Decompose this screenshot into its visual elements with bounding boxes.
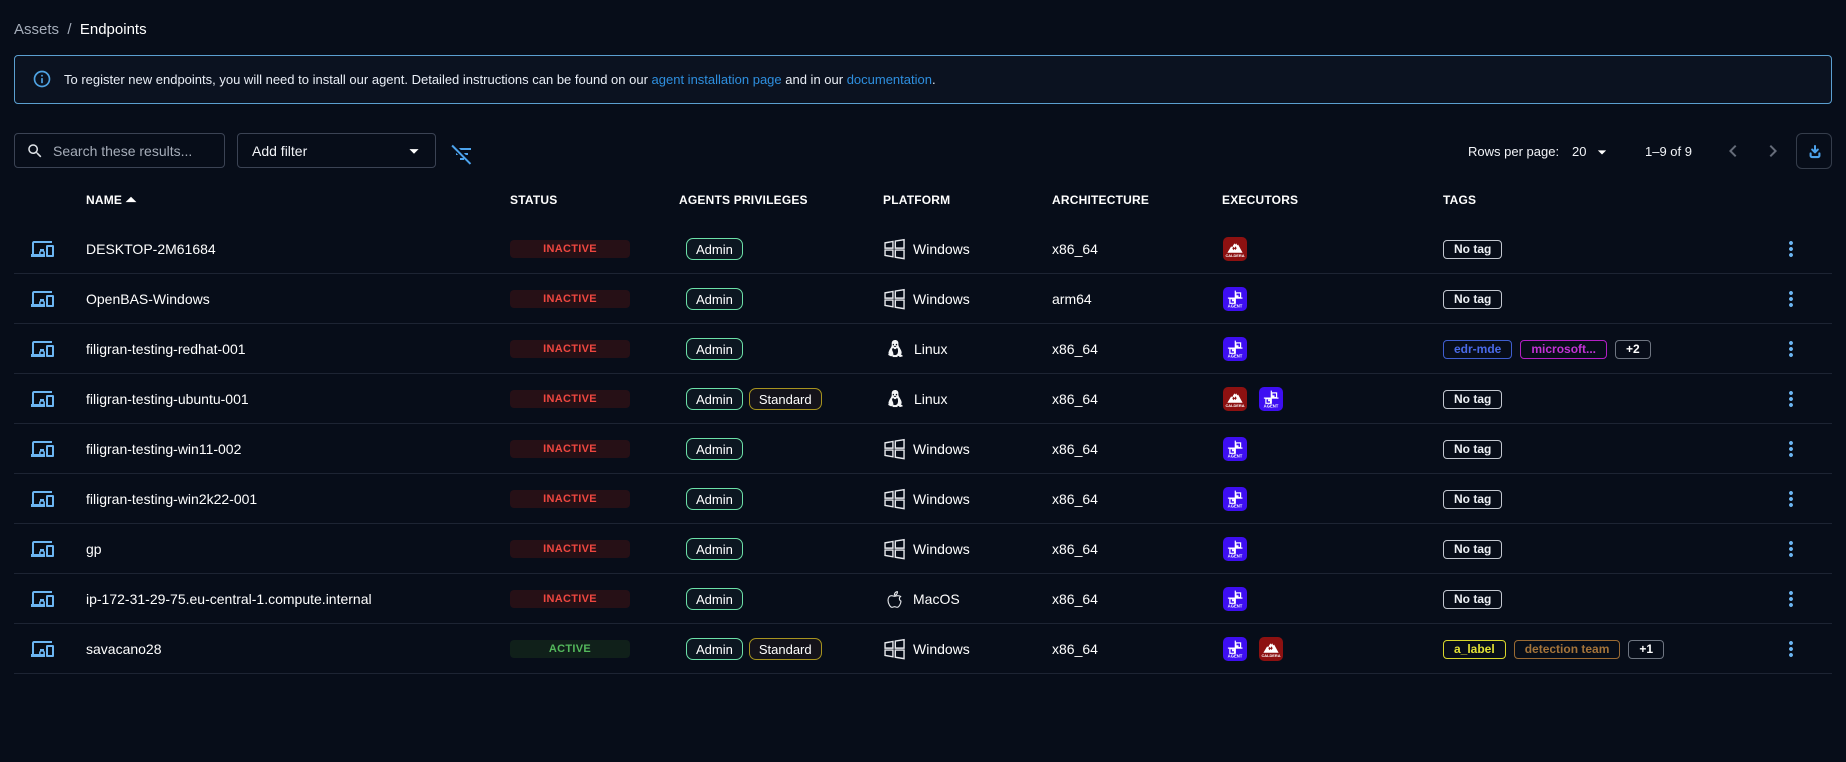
svg-text:AGENT: AGENT <box>1228 654 1243 659</box>
svg-text:AGENT: AGENT <box>1228 504 1243 509</box>
svg-text:AGENT: AGENT <box>1228 354 1243 359</box>
svg-text:AGENT: AGENT <box>1228 604 1243 609</box>
svg-text:AGENT: AGENT <box>1228 304 1243 309</box>
svg-text:AGENT: AGENT <box>1228 454 1243 459</box>
svg-text:CALDERA: CALDERA <box>1225 403 1244 408</box>
svg-text:CALDERA: CALDERA <box>1225 253 1244 258</box>
svg-text:CALDERA: CALDERA <box>1261 653 1280 658</box>
svg-text:AGENT: AGENT <box>1264 404 1279 409</box>
svg-text:AGENT: AGENT <box>1228 554 1243 559</box>
